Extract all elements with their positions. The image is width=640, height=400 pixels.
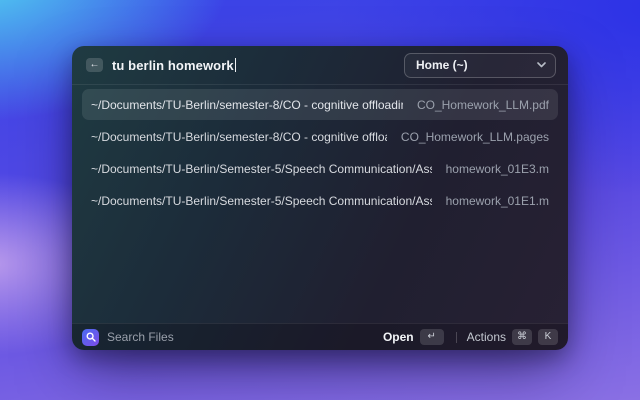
results-list: ~/Documents/TU-Berlin/semester-8/CO - co… [72,85,568,216]
back-button[interactable]: ← [86,58,103,72]
desktop-background: ← tu berlin homework Home (~) ~/Document… [0,0,640,400]
scope-dropdown-label: Home (~) [416,58,468,72]
footer-bar: Search Files Open ↵ Actions ⌘ K [72,323,568,350]
scope-dropdown[interactable]: Home (~) [404,52,556,78]
search-header: ← tu berlin homework Home (~) [72,46,568,85]
open-action-button[interactable]: Open [383,330,414,344]
result-filename: homework_01E3.m [445,161,549,176]
result-row[interactable]: ~/Documents/TU-Berlin/semester-8/CO - co… [82,89,558,120]
result-row[interactable]: ~/Documents/TU-Berlin/Semester-5/Speech … [82,153,558,184]
footer-divider [455,331,457,343]
result-path: ~/Documents/TU-Berlin/semester-8/CO - co… [91,97,403,112]
result-filename: homework_01E1.m [445,193,549,208]
chevron-down-icon [537,62,546,68]
search-query-text: tu berlin homework [112,57,234,73]
result-filename: CO_Homework_LLM.pages [400,129,549,144]
actions-button[interactable]: Actions [467,330,506,344]
k-key-badge: K [538,329,558,345]
result-row[interactable]: ~/Documents/TU-Berlin/Semester-5/Speech … [82,185,558,216]
result-row[interactable]: ~/Documents/TU-Berlin/semester-8/CO - co… [82,121,558,152]
command-key-badge: ⌘ [512,329,532,345]
search-window: ← tu berlin homework Home (~) ~/Document… [72,46,568,350]
result-path: ~/Documents/TU-Berlin/semester-8/CO - co… [91,129,387,144]
result-filename: CO_Homework_LLM.pdf [416,97,549,112]
return-key-badge: ↵ [419,329,444,345]
search-icon [85,332,96,342]
result-path: ~/Documents/TU-Berlin/Semester-5/Speech … [91,161,432,176]
search-input[interactable]: tu berlin homework [112,58,395,73]
back-arrow-icon: ← [89,59,100,70]
search-files-app-icon [82,328,99,346]
result-path: ~/Documents/TU-Berlin/Semester-5/Speech … [91,193,432,208]
text-caret [234,58,237,72]
footer-app-name: Search Files [107,330,174,344]
footer-actions: Open ↵ Actions ⌘ K [383,329,558,345]
